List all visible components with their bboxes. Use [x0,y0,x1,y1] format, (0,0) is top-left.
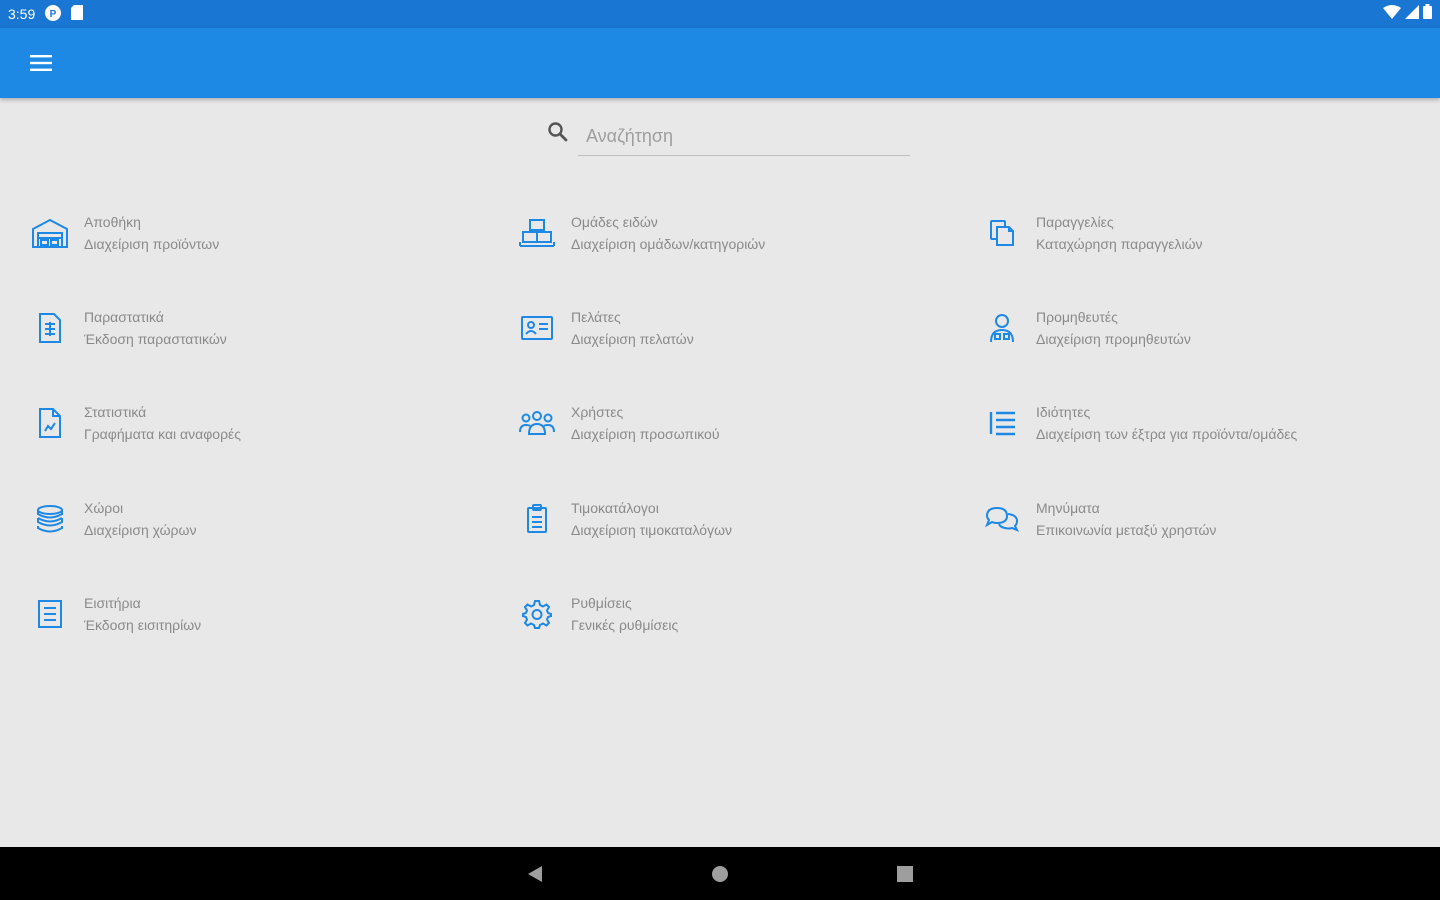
menu-item-statistics[interactable]: Στατιστικά Γραφήματα και αναφορές [30,393,241,453]
menu-item-title: Χώροι [84,500,124,516]
menu-item-subtitle: Διαχείριση προσωπικού [571,426,720,442]
menu-item-subtitle: Επικοινωνία μεταξύ χρηστών [1036,522,1217,538]
menu-item-spaces[interactable]: Χώροι Διαχείριση χώρων [30,489,196,549]
menu-item-title: Στατιστικά [84,404,147,420]
menu-item-subtitle: Διαχείριση τιμοκαταλόγων [571,522,732,538]
search-icon [546,120,570,149]
system-navigation-bar [0,847,1440,900]
settings-gear-icon [517,594,557,634]
status-right [1383,4,1432,24]
recents-icon[interactable] [885,854,925,894]
signal-icon [1405,4,1419,24]
menu-item-subtitle: Διαχείριση των έξτρα για προϊόντα/ομάδες [1036,426,1298,442]
search-bar [540,110,910,158]
wifi-icon [1383,4,1401,24]
menu-item-users[interactable]: Χρήστες Διαχείριση προσωπικού [517,393,719,453]
clipboard-icon [517,499,557,539]
chat-icon [982,499,1022,539]
menu-item-title: Αποθήκη [84,214,141,230]
menu-item-invoices[interactable]: Παραστατικά Έκδοση παραστατικών [30,298,227,358]
menu-item-subtitle: Γραφήματα και αναφορές [84,426,242,442]
menu-item-properties[interactable]: Ιδιότητες Διαχείριση των έξτρα για προϊό… [982,393,1297,453]
status-time: 3:59 [8,6,36,22]
menu-item-title: Ρυθμίσεις [571,595,632,611]
menu-item-title: Προμηθευτές [1036,309,1118,325]
menu-item-customers[interactable]: Πελάτες Διαχείριση πελατών [517,298,694,358]
menu-item-title: Μηνύματα [1036,500,1100,516]
menu-item-subtitle: Διαχείριση προϊόντων [84,236,220,252]
contact-card-icon [517,308,557,348]
menu-item-title: Τιμοκατάλογοι [571,500,659,516]
menu-item-subtitle: Έκδοση εισιτηρίων [84,617,202,633]
menu-item-subtitle: Καταχώρηση παραγγελιών [1036,236,1203,252]
report-file-icon [30,403,70,443]
menu-item-title: Ομάδες ειδών [571,214,658,230]
invoice-icon [30,308,70,348]
layers-icon [30,499,70,539]
menu-item-subtitle: Διαχείριση χώρων [84,522,197,538]
menu-item-subtitle: Γενικές ρυθμίσεις [571,617,679,633]
menu-item-title: Παραστατικά [84,309,164,325]
menu-item-title: Εισιτήρια [84,595,141,611]
app-toolbar [0,28,1440,98]
menu-item-suppliers[interactable]: Προμηθευτές Διαχείριση προμηθευτών [982,298,1191,358]
users-icon [517,403,557,443]
status-left: 3:59 P [8,4,84,24]
sd-card-icon [71,5,84,23]
home-icon[interactable] [700,854,740,894]
hamburger-menu-icon[interactable] [22,44,60,82]
status-bar: 3:59 P [0,0,1440,28]
back-icon[interactable] [515,854,555,894]
menu-item-subtitle: Έκδοση παραστατικών [84,331,227,347]
groups-boxes-icon [517,213,557,253]
search-input[interactable] [578,118,910,156]
menu-item-title: Παραγγελίες [1036,214,1114,230]
warehouse-icon [30,213,70,253]
ticket-icon [30,594,70,634]
menu-item-messages[interactable]: Μηνύματα Επικοινωνία μεταξύ χρηστών [982,489,1216,549]
menu-item-orders[interactable]: Παραγγελίες Καταχώρηση παραγγελιών [982,203,1203,263]
list-icon [982,403,1022,443]
menu-item-price-lists[interactable]: Τιμοκατάλογοι Διαχείριση τιμοκαταλόγων [517,489,732,549]
orders-copy-icon [982,213,1022,253]
menu-item-title: Ιδιότητες [1036,404,1091,420]
menu-item-settings[interactable]: Ρυθμίσεις Γενικές ρυθμίσεις [517,584,678,644]
menu-item-subtitle: Διαχείριση ομάδων/κατηγοριών [571,236,766,252]
battery-icon [1423,4,1432,24]
svg-text:P: P [50,9,57,20]
menu-item-title: Πελάτες [571,309,621,325]
menu-item-warehouse[interactable]: Αποθήκη Διαχείριση προϊόντων [30,203,219,263]
app-notification-icon: P [45,4,62,24]
menu-item-title: Χρήστες [571,404,624,420]
menu-item-subtitle: Διαχείριση πελατών [571,331,694,347]
menu-item-item-groups[interactable]: Ομάδες ειδών Διαχείριση ομάδων/κατηγοριώ… [517,203,765,263]
menu-item-tickets[interactable]: Εισιτήρια Έκδοση εισιτηρίων [30,584,201,644]
menu-item-subtitle: Διαχείριση προμηθευτών [1036,331,1191,347]
supplier-icon [982,308,1022,348]
